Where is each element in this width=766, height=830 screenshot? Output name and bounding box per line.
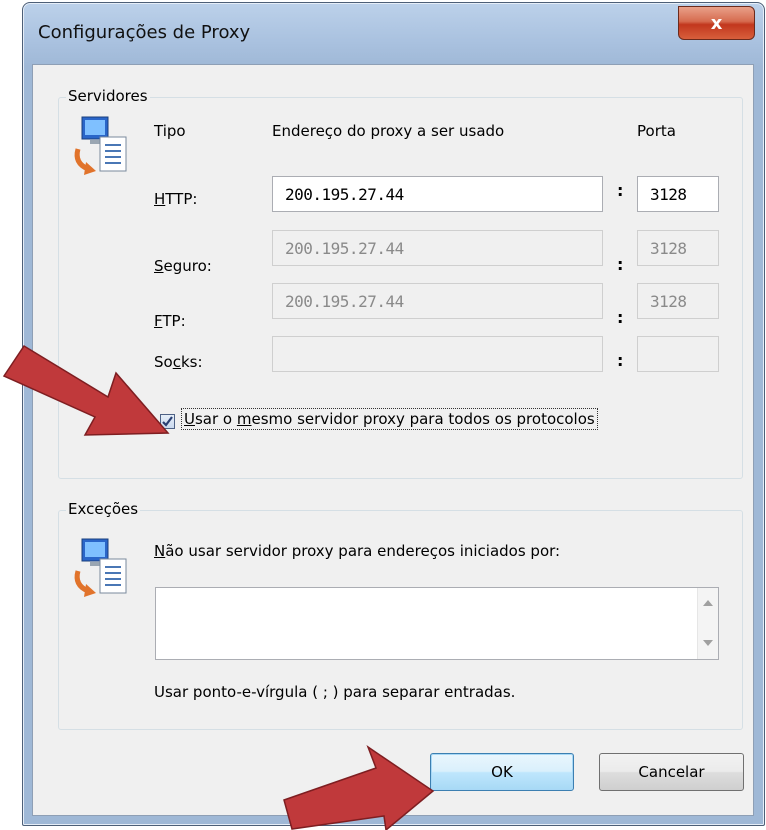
secure-label: Seguro: (154, 257, 212, 275)
exceptions-legend: Exceções (66, 500, 141, 518)
network-computer-icon (74, 116, 127, 175)
ok-button[interactable]: OK (430, 753, 574, 791)
network-computer-icon (74, 538, 127, 597)
scroll-up-icon[interactable] (703, 600, 713, 606)
http-label: HTTP: (154, 190, 198, 208)
ftp-port-input[interactable]: 3128 (637, 283, 719, 319)
port-column-header: Porta (637, 122, 676, 140)
close-icon: x (710, 12, 723, 34)
socks-colon: : (617, 351, 624, 370)
same-proxy-label: Usar o mesmo servidor proxy para todos o… (181, 408, 598, 430)
address-column-header: Endereço do proxy a ser usado (272, 122, 505, 140)
scroll-down-icon[interactable] (703, 640, 713, 646)
http-address-input[interactable]: 200.195.27.44 (272, 176, 603, 212)
socks-port-input[interactable] (637, 336, 719, 372)
same-proxy-checkbox[interactable] (160, 414, 175, 429)
exceptions-scrollbar[interactable] (697, 588, 718, 659)
ftp-colon: : (617, 308, 624, 327)
http-colon: : (617, 181, 624, 200)
socks-label: Socks: (154, 353, 203, 371)
servers-legend: Servidores (66, 87, 150, 105)
secure-port-input[interactable]: 3128 (637, 230, 719, 266)
exceptions-textarea[interactable] (155, 587, 719, 660)
checkmark-icon (162, 416, 173, 427)
exceptions-hint: Usar ponto-e-vírgula ( ; ) para separar … (154, 683, 516, 701)
type-column-header: Tipo (154, 122, 186, 140)
same-proxy-option[interactable]: Usar o mesmo servidor proxy para todos o… (156, 408, 766, 434)
secure-colon: : (617, 255, 624, 274)
ftp-address-input[interactable]: 200.195.27.44 (272, 283, 603, 319)
exceptions-prompt: Não usar servidor proxy para endereços i… (154, 542, 561, 560)
http-port-input[interactable]: 3128 (637, 176, 719, 212)
close-button[interactable]: x (678, 6, 755, 40)
ftp-label: FTP: (154, 312, 186, 330)
socks-address-input[interactable] (272, 336, 603, 372)
cancel-button[interactable]: Cancelar (599, 753, 744, 791)
dialog-title: Configurações de Proxy (38, 22, 251, 43)
secure-address-input[interactable]: 200.195.27.44 (272, 230, 603, 266)
